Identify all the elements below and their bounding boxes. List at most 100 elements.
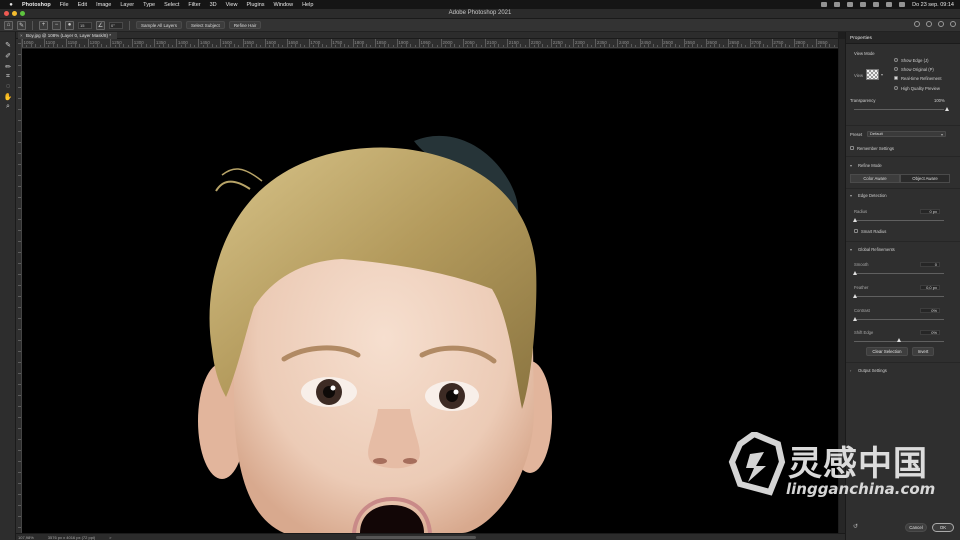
share-icon[interactable] xyxy=(914,21,920,27)
reset-icon[interactable]: ↺ xyxy=(853,523,858,530)
menu-photoshop[interactable]: Photoshop xyxy=(22,2,51,8)
menu-layer[interactable]: Layer xyxy=(120,2,134,8)
ruler-minor-tick xyxy=(546,45,548,47)
quick-selection-icon[interactable]: ✎ xyxy=(3,40,13,49)
transparency-slider[interactable] xyxy=(854,109,944,110)
smooth-value[interactable]: 0 xyxy=(920,262,940,267)
cancel-button[interactable]: Cancel xyxy=(905,523,927,532)
radius-slider-knob[interactable] xyxy=(853,218,857,222)
high-quality-preview-radio[interactable] xyxy=(894,86,898,90)
size-field[interactable]: 15 xyxy=(78,21,92,29)
tray-icon[interactable] xyxy=(834,2,841,7)
transparency-value[interactable]: 100% xyxy=(934,98,945,103)
tool-preset-icon[interactable]: ✎ xyxy=(17,20,26,30)
invert-button[interactable]: Invert xyxy=(912,347,934,356)
menu-filter[interactable]: Filter xyxy=(188,2,200,8)
ruler-label: 1800 xyxy=(354,40,365,45)
object-selection-icon[interactable]: ⌗ xyxy=(3,72,13,81)
status-arrow[interactable]: > xyxy=(109,535,111,540)
angle-field[interactable]: 0° xyxy=(109,21,123,29)
smart-radius-checkbox[interactable] xyxy=(854,229,858,233)
chevron-down-icon[interactable]: ▾ xyxy=(850,163,852,168)
transparency-slider-knob[interactable] xyxy=(945,107,949,111)
tray-icon[interactable] xyxy=(847,2,854,7)
tray-icon[interactable] xyxy=(821,2,828,7)
menu-window[interactable]: Window xyxy=(274,2,294,8)
ruler-horizontal[interactable]: 1050 1100 1150 1200 1250 1300 1350 1400 1450 1500… xyxy=(22,39,838,48)
zoom-level[interactable]: 107,98% xyxy=(18,535,34,540)
horizontal-scrollbar[interactable] xyxy=(356,536,476,539)
feather-value[interactable]: 0,0 px xyxy=(920,285,940,290)
ok-button[interactable]: OK xyxy=(932,523,954,532)
chevron-down-icon[interactable]: ▾ xyxy=(881,72,883,77)
feather-slider[interactable] xyxy=(854,296,944,297)
export-icon[interactable] xyxy=(950,21,956,27)
remember-settings-checkbox[interactable] xyxy=(850,146,854,150)
refine-mode-label[interactable]: Refine Mode xyxy=(858,163,882,168)
global-refinements-label[interactable]: Global Refinements xyxy=(858,247,895,252)
ruler-minor-tick xyxy=(79,44,81,47)
contrast-slider[interactable] xyxy=(854,319,944,320)
show-edge-radio[interactable] xyxy=(894,58,898,62)
radius-slider[interactable] xyxy=(854,220,944,221)
menu-select[interactable]: Select xyxy=(164,2,179,8)
add-to-selection-icon[interactable]: + xyxy=(39,20,48,30)
tab-document[interactable]: × Boy.jpg @ 108% (Layer 0, Layer Mask/8)… xyxy=(18,32,118,39)
chevron-down-icon[interactable]: ▾ xyxy=(941,132,943,137)
brush-icon[interactable]: ✏ xyxy=(3,62,13,71)
color-aware-button[interactable]: Color Aware xyxy=(850,174,900,183)
wifi-icon[interactable] xyxy=(886,2,893,7)
ruler-minor-tick xyxy=(542,44,544,47)
ruler-minor-tick xyxy=(92,45,94,47)
menu-3d[interactable]: 3D xyxy=(210,2,217,8)
contrast-value[interactable]: 0% xyxy=(920,308,940,313)
sample-all-layers-checkbox[interactable]: Sample All Layers xyxy=(136,21,183,29)
subtract-from-selection-icon[interactable]: − xyxy=(52,20,61,30)
tray-icon[interactable] xyxy=(860,2,867,7)
smooth-slider-knob[interactable] xyxy=(853,271,857,275)
ruler-tick xyxy=(18,43,21,44)
shift-edge-value[interactable]: 0% xyxy=(920,330,940,335)
output-settings-label[interactable]: Output Settings xyxy=(858,368,887,373)
contrast-slider-knob[interactable] xyxy=(853,317,857,321)
home-icon[interactable]: ⌂ xyxy=(4,20,13,30)
search-icon[interactable] xyxy=(926,21,932,27)
chevron-right-icon[interactable]: › xyxy=(850,368,851,373)
chevron-down-icon[interactable]: ▾ xyxy=(850,193,852,198)
menu-help[interactable]: Help xyxy=(302,2,313,8)
angle-icon[interactable]: ∠ xyxy=(96,20,105,30)
clear-selection-button[interactable]: Clear Selection xyxy=(866,347,908,356)
hand-icon[interactable]: ✋ xyxy=(3,92,13,101)
menu-image[interactable]: Image xyxy=(96,2,111,8)
edge-detection-label[interactable]: Edge Detection xyxy=(858,193,887,198)
chevron-down-icon[interactable]: ▾ xyxy=(850,247,852,252)
brush-size-icon[interactable]: ● xyxy=(65,20,74,30)
shift-edge-slider-knob[interactable] xyxy=(897,338,901,342)
battery-icon[interactable] xyxy=(873,2,880,7)
menu-edit[interactable]: Edit xyxy=(78,2,87,8)
realtime-refinement-checkbox[interactable] xyxy=(894,76,898,80)
object-aware-button[interactable]: Object Aware xyxy=(900,174,950,183)
feather-slider-knob[interactable] xyxy=(853,294,857,298)
ruler-label: 2700 xyxy=(751,40,762,45)
preset-select[interactable]: Default xyxy=(867,131,946,137)
workspace-icon[interactable] xyxy=(938,21,944,27)
show-original-radio[interactable] xyxy=(894,67,898,71)
menu-plugins[interactable]: Plugins xyxy=(246,2,264,8)
menu-file[interactable]: File xyxy=(60,2,69,8)
document-canvas[interactable] xyxy=(22,49,838,533)
zoom-icon[interactable]: ⌕ xyxy=(3,102,13,111)
select-subject-button[interactable]: Select Subject xyxy=(186,21,225,29)
spotlight-icon[interactable] xyxy=(899,2,906,7)
close-tab-icon[interactable]: × xyxy=(20,33,23,38)
refine-edge-brush-icon[interactable]: ✐ xyxy=(3,51,13,60)
menu-view[interactable]: View xyxy=(226,2,238,8)
view-mode-thumbnail[interactable] xyxy=(866,69,879,80)
menu-type[interactable]: Type xyxy=(143,2,155,8)
radius-value[interactable]: 0 px xyxy=(920,209,940,214)
smooth-slider[interactable] xyxy=(854,273,944,274)
apple-icon[interactable]: ● xyxy=(8,2,14,8)
lasso-icon[interactable]: ◌ xyxy=(3,82,13,91)
refine-hair-button[interactable]: Refine Hair xyxy=(228,21,262,29)
clock[interactable]: Do 23 sep. 09:14 xyxy=(912,2,954,8)
